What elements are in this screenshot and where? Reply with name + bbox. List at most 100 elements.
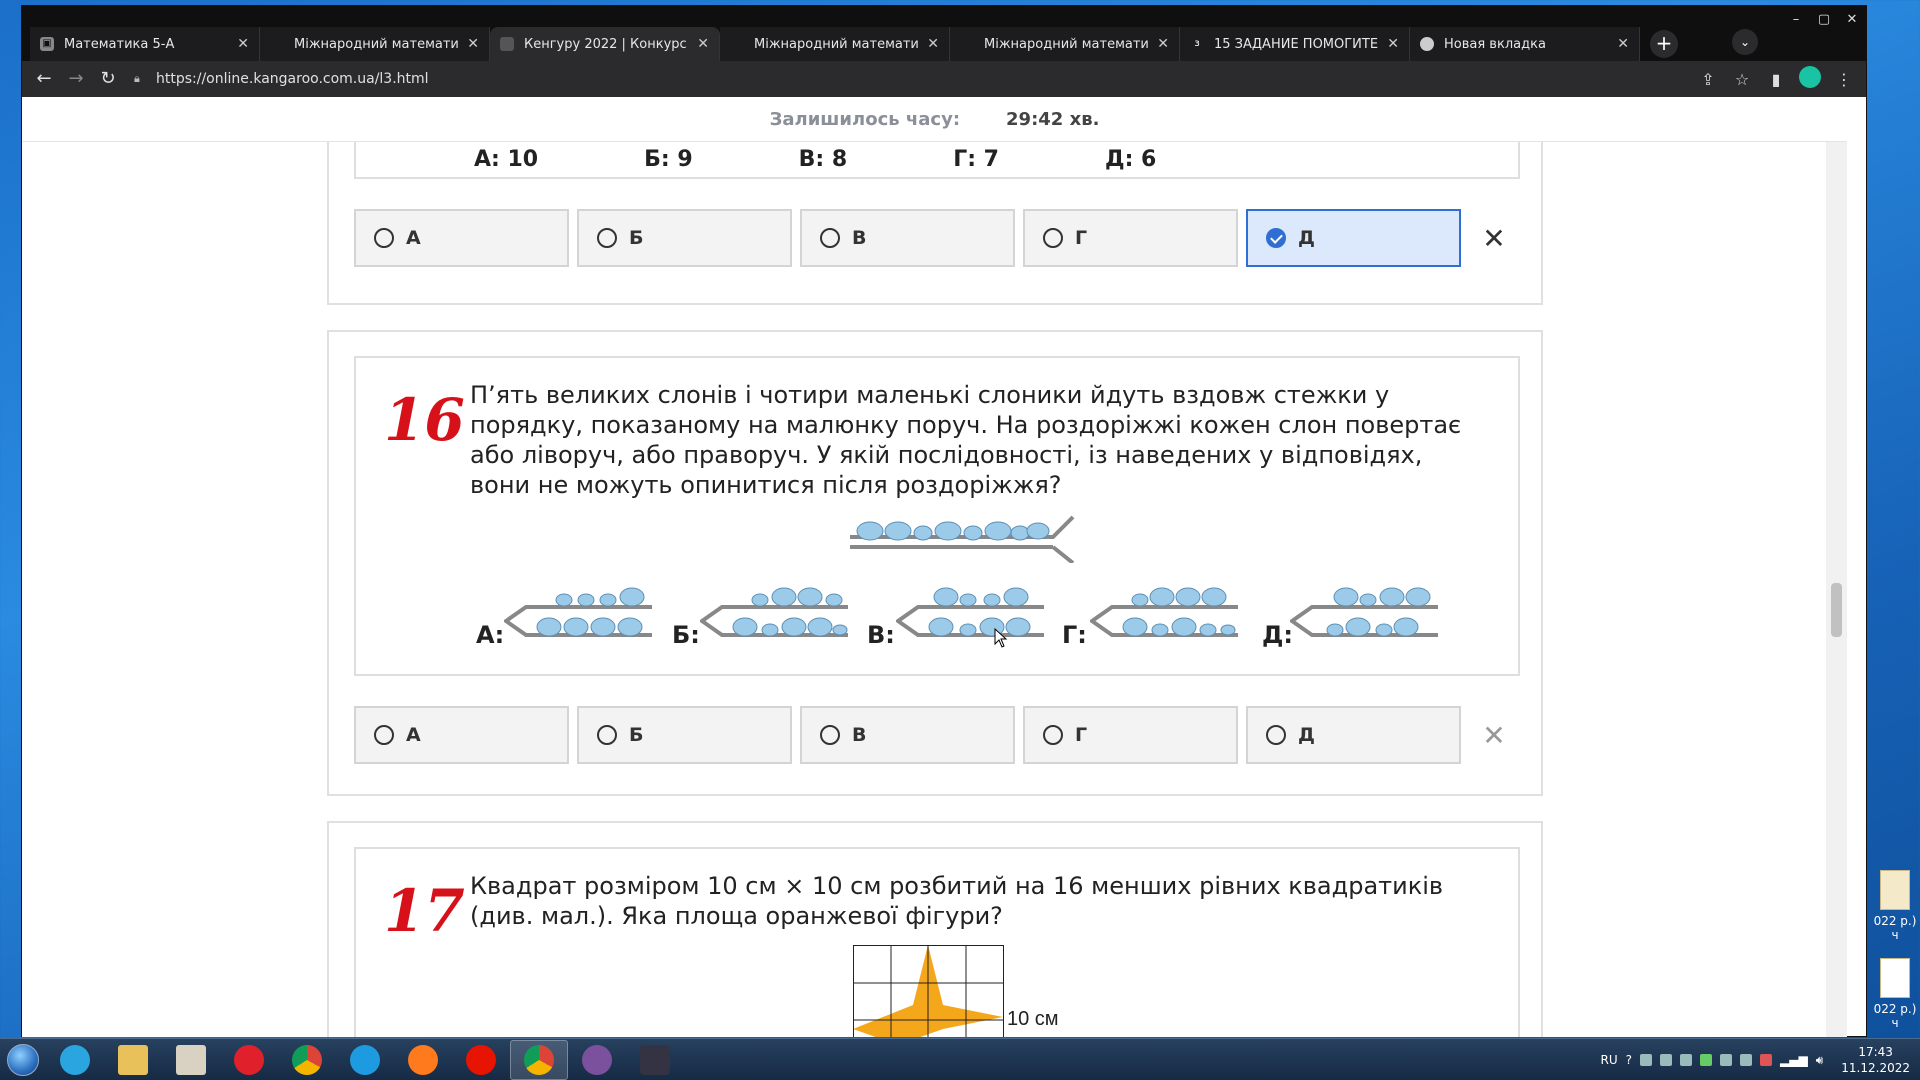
question-number: 17 (384, 877, 465, 945)
clock-time: 17:43 (1858, 1045, 1893, 1059)
close-tab-icon[interactable]: ✕ (1157, 36, 1169, 52)
clear-answer-icon[interactable]: ✕ (1469, 209, 1519, 267)
taskbar-ie[interactable] (46, 1040, 104, 1080)
option-d-illustration (1290, 587, 1438, 637)
tab-kenguru[interactable]: Кенгуру 2022 | Конкурс ✕ (490, 27, 720, 61)
tray-icon[interactable] (1660, 1054, 1673, 1066)
network-icon[interactable]: ▂▄▆ (1780, 1053, 1808, 1067)
language-indicator[interactable]: RU (1601, 1053, 1618, 1067)
answer-d[interactable]: Д (1246, 209, 1461, 267)
tab-mizhnarodnyi-2[interactable]: Міжнародний математичний✕ (720, 27, 950, 61)
tab-zadanie[interactable]: з15 ЗАДАНИЕ ПОМОГИТЕ!!! - I✕ (1180, 27, 1410, 61)
timer-value: 29:42 хв. (1006, 108, 1100, 130)
menu-icon[interactable]: ⋮ (1830, 70, 1858, 89)
question-box: 17 Квадрат розміром 10 см × 10 см розбит… (354, 847, 1520, 1037)
radio-icon (1043, 725, 1063, 745)
tab-search-icon[interactable]: ⌄ (1732, 29, 1758, 55)
scrollbar-thumb[interactable] (1831, 583, 1842, 637)
taskbar-firefox[interactable] (394, 1040, 452, 1080)
tray-icon[interactable] (1740, 1054, 1753, 1066)
kangaroo-icon (500, 37, 514, 51)
edge-icon (350, 1044, 380, 1075)
answer-h[interactable]: Г (1023, 209, 1238, 267)
address-bar[interactable]: 🔒︎ https://online.kangaroo.com.ua/l3.htm… (126, 66, 1694, 92)
tray-icon[interactable] (1700, 1054, 1713, 1066)
star-icon[interactable]: ☆ (1728, 70, 1756, 89)
radio-icon (820, 725, 840, 745)
taskbar-opera[interactable] (220, 1040, 278, 1080)
close-tab-icon[interactable]: ✕ (467, 36, 479, 52)
radio-icon (374, 725, 394, 745)
option-label-a: А: (476, 621, 505, 649)
share-icon[interactable]: ⇪ (1694, 70, 1722, 89)
profile-avatar[interactable] (1796, 66, 1824, 92)
media-player-icon (176, 1044, 206, 1075)
desktop-file-icon[interactable]: 022 р.) ч (1870, 870, 1920, 942)
url-text: https://online.kangaroo.com.ua/l3.html (156, 71, 429, 87)
chrome-icon (524, 1044, 554, 1075)
question-text: П’ять великих слонів і чотири маленькі с… (470, 381, 1462, 499)
close-tab-icon[interactable]: ✕ (927, 36, 939, 52)
close-tab-icon[interactable]: ✕ (237, 36, 249, 52)
system-tray: RU ? ▂▄▆ 🔊︎ 17:43 11.12.2022 (1601, 1039, 1910, 1080)
radio-icon (1266, 725, 1286, 745)
page-content: Залишилось часу: 29:42 хв. А: 10 Б: 9 В:… (22, 97, 1847, 1037)
tab-matematyka[interactable]: ▣ Математика 5-А ✕ (30, 27, 260, 61)
taskbar-media[interactable] (162, 1040, 220, 1080)
tab-mizhnarodnyi-3[interactable]: Міжнародний математичний✕ (950, 27, 1180, 61)
side-panel-icon[interactable]: ▮ (1762, 70, 1790, 89)
close-tab-icon[interactable]: ✕ (1387, 36, 1399, 52)
taskbar-viber[interactable] (568, 1040, 626, 1080)
new-tab-button[interactable]: + (1650, 30, 1678, 58)
option-v-illustration (896, 587, 1044, 637)
taskbar-chrome[interactable] (278, 1040, 336, 1080)
answer-d[interactable]: Д (1246, 706, 1461, 764)
desktop-icon-label: ч (1891, 1016, 1899, 1030)
tray-icon[interactable] (1720, 1054, 1733, 1066)
close-window-button[interactable]: ✕ (1838, 11, 1866, 29)
minimize-button[interactable]: – (1782, 11, 1810, 29)
option-h-illustration (1090, 587, 1238, 637)
timer-label: Залишилось часу: (769, 108, 961, 130)
tab-new[interactable]: Новая вкладка ✕ (1410, 27, 1640, 61)
taskbar-yandex[interactable] (452, 1040, 510, 1080)
answer-row: А Б В Г Д ✕ (354, 209, 1519, 267)
answer-a[interactable]: А (354, 209, 569, 267)
maximize-button[interactable]: ▢ (1810, 11, 1838, 29)
help-icon[interactable]: ? (1626, 1053, 1632, 1067)
tab-mizhnarodnyi-1[interactable]: Міжнародний математичний✕ (260, 27, 490, 61)
clock[interactable]: 17:43 11.12.2022 (1841, 1044, 1910, 1076)
answer-v[interactable]: В (800, 209, 1015, 267)
clear-answer-icon[interactable]: ✕ (1469, 706, 1519, 764)
radio-icon (374, 228, 394, 248)
page-scrollbar[interactable] (1826, 97, 1847, 1037)
answer-a[interactable]: А (354, 706, 569, 764)
tray-icon[interactable] (1640, 1054, 1653, 1066)
desktop-file-icon[interactable]: 022 р.) ч (1870, 958, 1920, 1030)
answer-b[interactable]: Б (577, 706, 792, 764)
answer-b[interactable]: Б (577, 209, 792, 267)
window-controls: – ▢ ✕ (1782, 11, 1866, 29)
close-tab-icon[interactable]: ✕ (1617, 36, 1629, 52)
taskbar-explorer[interactable] (104, 1040, 162, 1080)
volume-icon[interactable]: 🔊︎ (1816, 1053, 1824, 1068)
back-icon[interactable]: ← (30, 65, 58, 93)
tray-icon[interactable] (1680, 1054, 1693, 1066)
tabs: ▣Математика 5-А✕ Міжнародний математични… (30, 27, 1688, 61)
yandex-icon (466, 1044, 496, 1075)
taskbar-chrome-active[interactable] (510, 1039, 568, 1080)
ie-icon (60, 1044, 90, 1075)
answer-v[interactable]: В (800, 706, 1015, 764)
close-tab-icon[interactable]: ✕ (697, 36, 709, 52)
taskbar-camera[interactable] (626, 1040, 684, 1080)
reload-icon[interactable]: ↻ (94, 65, 122, 93)
prev-options: А: 10 Б: 9 В: 8 Г: 7 Д: 6 (474, 147, 1157, 172)
start-button[interactable] (0, 1040, 46, 1080)
chrome-icon (292, 1044, 322, 1075)
taskbar-edge[interactable] (336, 1040, 394, 1080)
desktop-icon-label: 022 р.) (1873, 914, 1917, 928)
answer-h[interactable]: Г (1023, 706, 1238, 764)
forward-icon[interactable]: → (62, 65, 90, 93)
chrome-icon (1420, 37, 1434, 51)
tray-icon[interactable] (1760, 1054, 1773, 1066)
